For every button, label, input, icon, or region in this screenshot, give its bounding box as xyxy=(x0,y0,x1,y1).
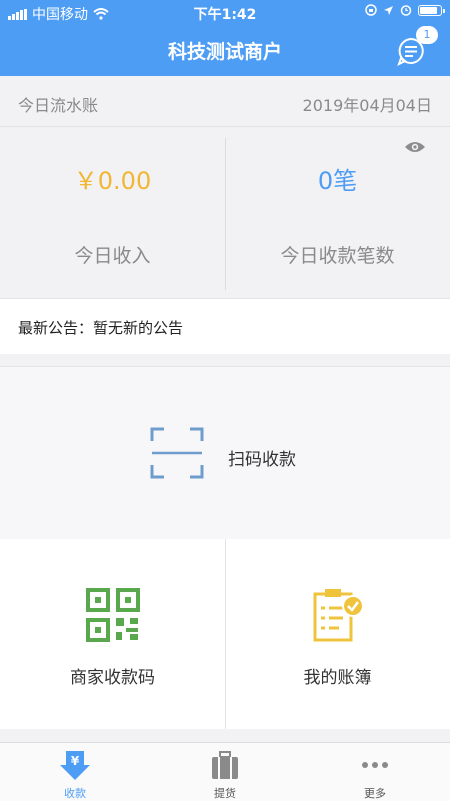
count-value: 0笔 xyxy=(317,167,358,195)
location-icon xyxy=(384,5,393,15)
ledger-button[interactable]: 我的账簿 xyxy=(225,539,450,729)
income-stat: ￥0.00 今日收入 xyxy=(0,127,225,297)
rotation-lock-icon xyxy=(365,4,377,16)
app-header: 中国移动 下午1:42 科技测试商户 1 xyxy=(0,0,450,76)
grid-divider xyxy=(225,539,226,729)
stats-divider xyxy=(225,138,226,290)
ledger-label: 我的账簿 xyxy=(303,668,372,688)
tab-pickup-label: 提货 xyxy=(214,787,236,800)
income-value: ￥0.00 xyxy=(73,167,152,195)
battery-icon xyxy=(418,4,445,16)
status-bar: 中国移动 下午1:42 xyxy=(0,0,450,26)
scan-pay-label: 扫码收款 xyxy=(228,450,296,470)
message-badge: 1 xyxy=(416,26,438,44)
daily-date: 2019年04月04日 xyxy=(302,96,432,115)
more-dots-icon xyxy=(362,762,388,768)
notice-text: 暂无新的公告 xyxy=(93,319,184,337)
yuan-download-icon: ¥ xyxy=(60,751,90,780)
page-title: 科技测试商户 xyxy=(167,41,282,63)
tab-more-label: 更多 xyxy=(364,787,386,800)
tab-bar: ¥ 收款 提货 更多 xyxy=(0,742,450,801)
scan-icon xyxy=(150,427,204,479)
svg-text:¥: ¥ xyxy=(71,754,80,768)
daily-label: 今日流水账 xyxy=(18,96,99,115)
ledger-icon xyxy=(313,589,364,642)
eye-icon[interactable] xyxy=(404,140,426,154)
suitcase-icon xyxy=(212,751,238,779)
qr-code-icon xyxy=(86,588,140,642)
alarm-icon xyxy=(400,5,412,16)
tab-collect[interactable]: ¥ 收款 xyxy=(0,743,150,801)
notice-bar[interactable]: 最新公告：暂无新的公告 xyxy=(0,298,450,354)
merchant-qr-button[interactable]: 商家收款码 xyxy=(0,539,225,729)
scan-pay-button[interactable]: 扫码收款 xyxy=(0,366,450,540)
count-label: 今日收款笔数 xyxy=(280,245,395,267)
merchant-qr-label: 商家收款码 xyxy=(70,668,155,688)
income-label: 今日收入 xyxy=(74,245,151,267)
tab-more[interactable]: 更多 xyxy=(300,743,450,801)
notice-label: 最新公告： xyxy=(18,319,94,337)
tab-collect-label: 收款 xyxy=(64,787,86,800)
tab-pickup[interactable]: 提货 xyxy=(150,743,300,801)
daily-summary-row: 今日流水账 2019年04月04日 xyxy=(0,76,450,127)
